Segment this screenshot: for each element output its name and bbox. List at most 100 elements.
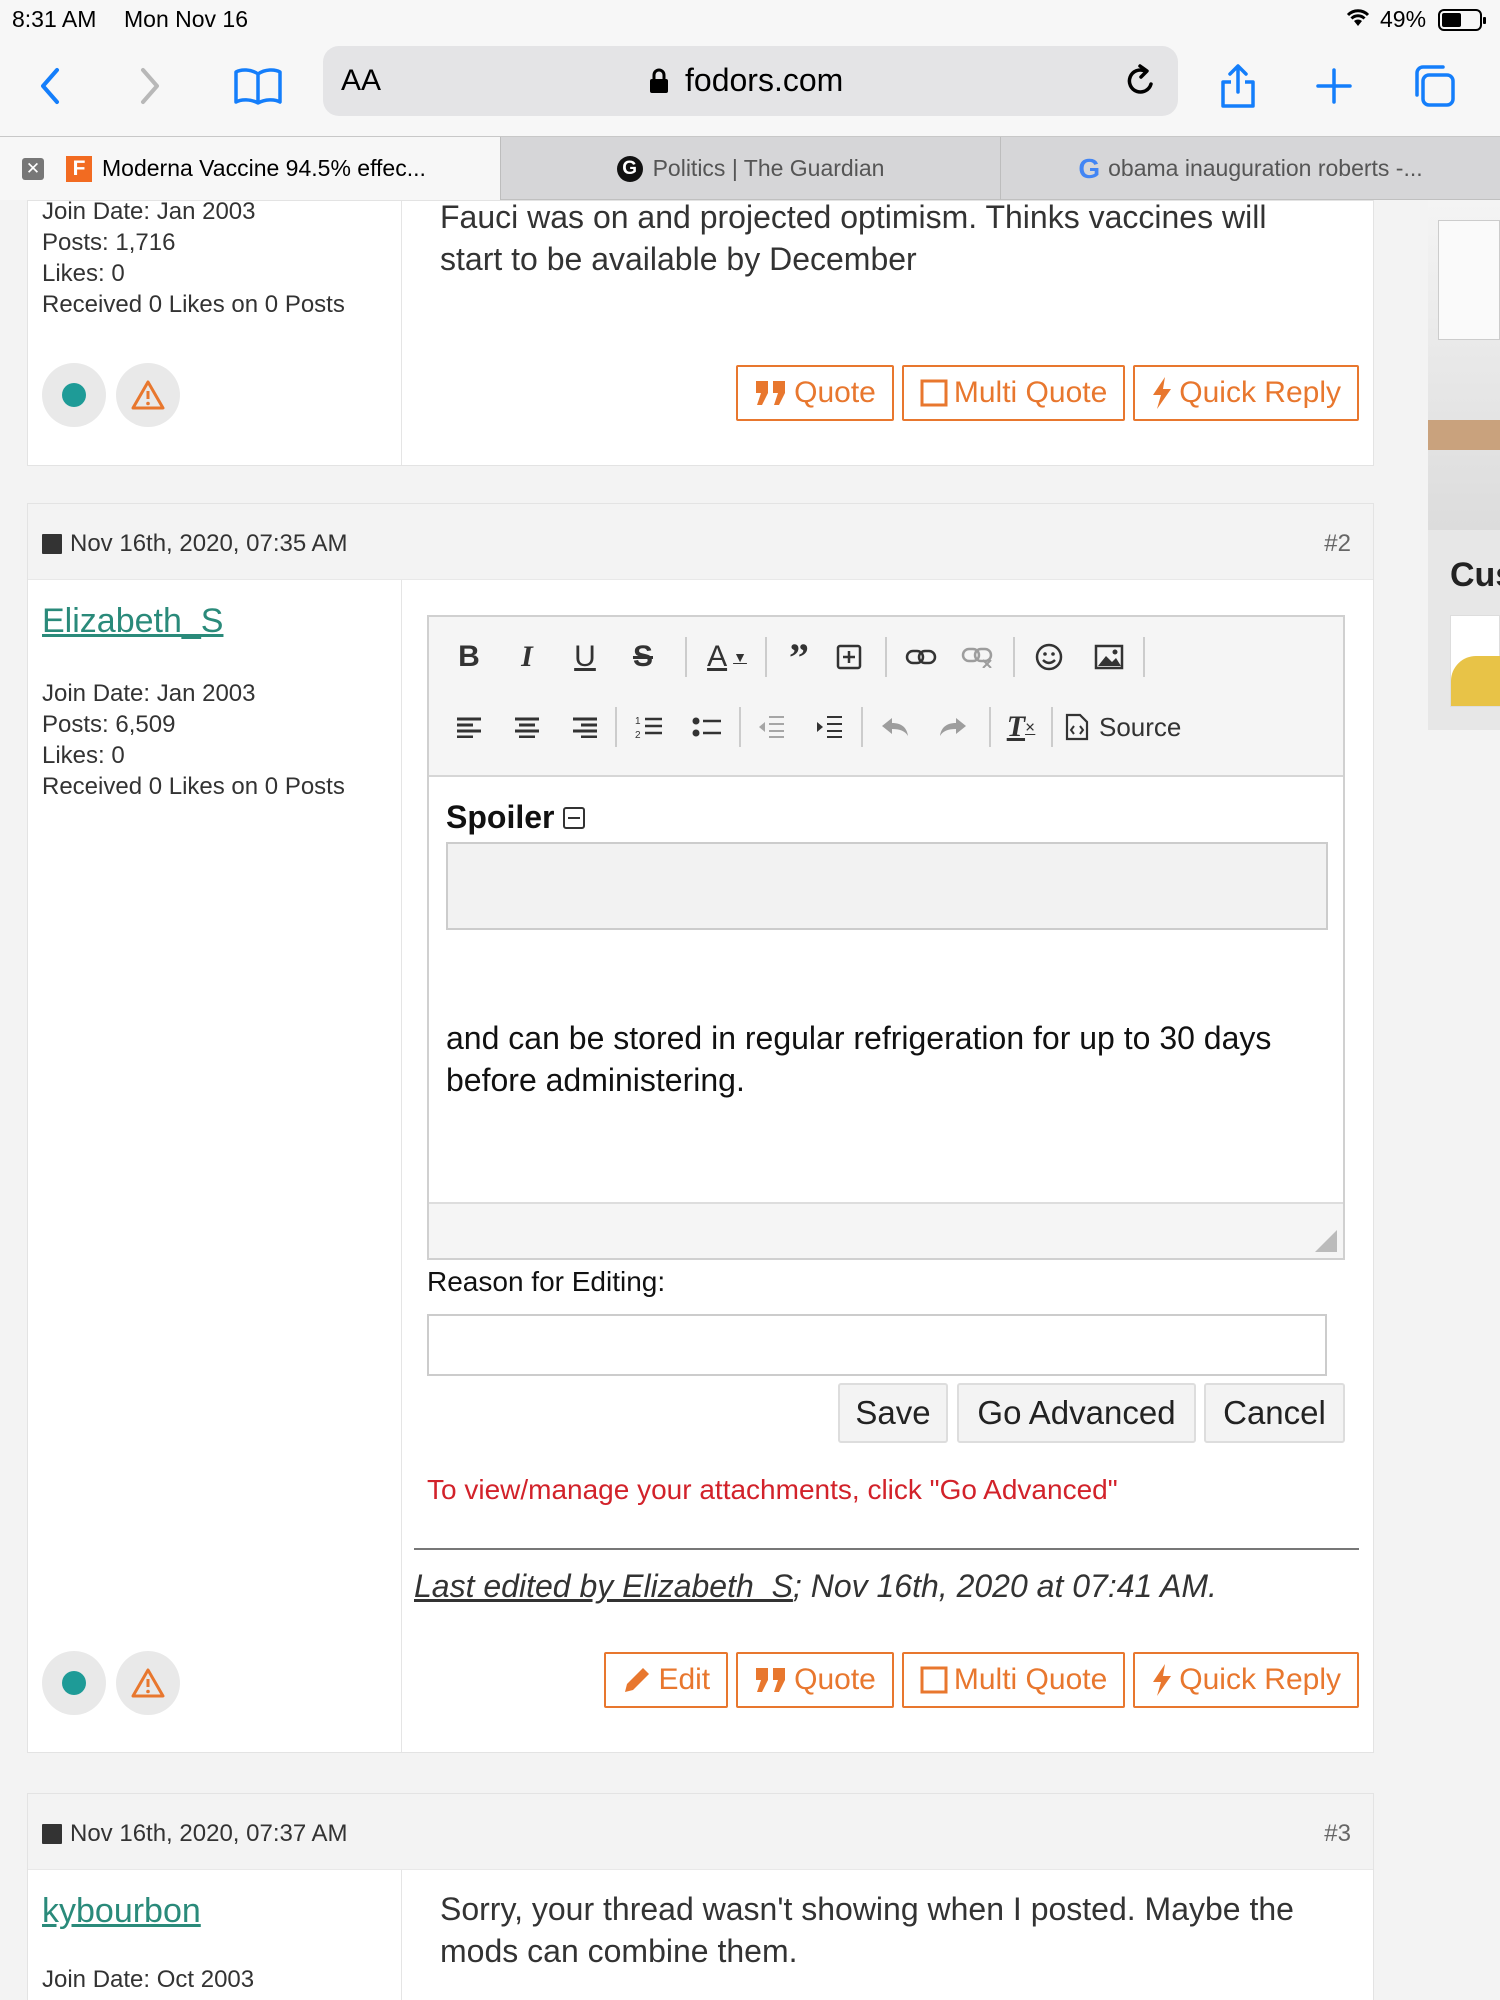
post-number-prefix: # <box>1324 530 1338 557</box>
bookmarks-icon[interactable] <box>230 58 286 114</box>
bullet-list-icon[interactable] <box>687 707 727 747</box>
redo-icon[interactable] <box>931 707 975 747</box>
last-edited-link[interactable]: Last edited by Elizabeth_S <box>414 1568 793 1604</box>
post-1: Join Date: Jan 2003 Posts: 1,716 Likes: … <box>27 198 1374 466</box>
align-center-icon[interactable] <box>509 707 545 747</box>
share-icon[interactable] <box>1210 58 1266 114</box>
svg-text:2: 2 <box>635 730 641 740</box>
smiley-icon[interactable] <box>1029 637 1069 677</box>
checkbox-icon <box>920 379 948 407</box>
user-actions <box>42 1651 180 1715</box>
report-button[interactable] <box>116 363 180 427</box>
report-button[interactable] <box>116 1651 180 1715</box>
attachments-notice: To view/manage your attachments, click "… <box>427 1474 1118 1505</box>
tabs-icon[interactable] <box>1406 58 1462 114</box>
side-advertisement[interactable]: Cus <box>1428 200 1500 730</box>
address-bar[interactable]: AA fodors.com <box>323 46 1178 116</box>
tab-guardian[interactable]: G Politics | The Guardian <box>500 137 1000 200</box>
post-date: Nov 16th, 2020, 07:35 AM <box>42 530 348 558</box>
toolbar-separator <box>989 707 991 747</box>
resize-handle-icon[interactable] <box>1315 1230 1337 1252</box>
screen: 8:31 AM Mon Nov 16 49% AA fodors.com ✕ F… <box>0 0 1500 2000</box>
post-icon <box>42 534 62 554</box>
username-link[interactable]: Elizabeth_S <box>42 602 223 641</box>
editor-statusbar <box>429 1202 1343 1258</box>
pencil-icon <box>625 1668 650 1692</box>
wifi-icon <box>1346 9 1370 26</box>
rich-text-editor: B I U S A ▼ ” 1 2 T × Source Spoiler and… <box>427 615 1345 1260</box>
quote-icon <box>756 1668 786 1692</box>
url-text[interactable]: fodors.com <box>685 62 843 99</box>
blockquote-icon[interactable]: ” <box>779 635 819 680</box>
join-date: Join Date: Jan 2003 <box>42 680 256 707</box>
post-number[interactable]: #3 <box>1324 1820 1351 1848</box>
svg-text:1: 1 <box>635 716 641 727</box>
outdent-icon[interactable] <box>751 707 791 747</box>
quote-button[interactable]: Quote <box>736 365 894 421</box>
italic-icon[interactable]: I <box>509 637 545 677</box>
font-color-icon[interactable]: A ▼ <box>697 637 757 677</box>
underline-icon[interactable]: U <box>567 637 603 677</box>
cancel-button[interactable]: Cancel <box>1204 1383 1345 1443</box>
multi-quote-button[interactable]: Multi Quote <box>901 1652 1126 1708</box>
reload-icon[interactable] <box>1123 62 1159 100</box>
spoiler-label: Spoiler <box>446 799 555 835</box>
username-link[interactable]: kybourbon <box>42 1892 201 1931</box>
battery-icon <box>1438 9 1486 31</box>
post-number-link[interactable]: 2 <box>1338 530 1351 557</box>
close-tab-icon[interactable]: ✕ <box>22 158 44 180</box>
post-3: Nov 16th, 2020, 07:37 AM #3 kybourbon Jo… <box>27 1793 1374 2000</box>
post-text-line: start to be available by December <box>440 241 917 277</box>
source-button[interactable]: Source <box>1065 707 1195 747</box>
online-status <box>42 1651 106 1715</box>
link-icon[interactable] <box>899 637 943 677</box>
post-count: Posts: 1,716 <box>42 229 176 256</box>
post-buttons: Quote Multi Quote Quick Reply <box>736 365 1359 421</box>
edit-button[interactable]: Edit <box>604 1652 729 1708</box>
online-dot-icon <box>62 383 86 407</box>
indent-icon[interactable] <box>809 707 849 747</box>
image-icon[interactable] <box>1089 637 1129 677</box>
spoiler-content-box[interactable] <box>446 842 1328 930</box>
new-tab-icon[interactable] <box>1306 58 1362 114</box>
align-right-icon[interactable] <box>567 707 603 747</box>
save-button[interactable]: Save <box>838 1383 948 1443</box>
back-icon[interactable] <box>22 58 78 114</box>
quote-button[interactable]: Quote <box>736 1652 894 1708</box>
strikethrough-icon[interactable]: S <box>625 637 661 677</box>
join-date: Join Date: Oct 2003 <box>42 1966 255 1993</box>
collapse-icon[interactable] <box>562 806 586 830</box>
insert-spoiler-icon[interactable] <box>829 637 869 677</box>
likes-count: Likes: 0 <box>42 742 125 769</box>
ad-thumbnail <box>1450 615 1500 707</box>
undo-icon[interactable] <box>873 707 917 747</box>
align-left-icon[interactable] <box>451 707 487 747</box>
warning-icon <box>131 1668 165 1698</box>
edit-divider <box>414 1548 1359 1550</box>
bold-icon[interactable]: B <box>451 637 487 677</box>
user-info: Join Date: Jan 2003 Posts: 6,509 Likes: … <box>42 678 345 802</box>
numbered-list-icon[interactable]: 12 <box>629 707 669 747</box>
unlink-icon[interactable] <box>955 637 999 677</box>
quote-label: Quote <box>794 1663 876 1696</box>
quick-reply-button[interactable]: Quick Reply <box>1133 365 1359 421</box>
forward-icon[interactable] <box>122 58 178 114</box>
quick-reply-button[interactable]: Quick Reply <box>1133 1652 1359 1708</box>
multi-quote-button[interactable]: Multi Quote <box>901 365 1126 421</box>
tab-moderna[interactable]: ✕ F Moderna Vaccine 94.5% effec... <box>0 137 500 200</box>
editor-text[interactable]: and can be stored in regular refrigerati… <box>446 1017 1271 1101</box>
post-number-link[interactable]: 3 <box>1338 1820 1351 1847</box>
tab-google[interactable]: G obama inauguration roberts -... <box>1000 137 1500 200</box>
reason-label: Reason for Editing: <box>427 1266 666 1297</box>
toolbar-separator <box>1051 707 1053 747</box>
remove-format-icon[interactable]: T × <box>1001 707 1041 747</box>
post-number[interactable]: #2 <box>1324 530 1351 558</box>
browser-toolbar: AA fodors.com <box>0 40 1500 136</box>
go-advanced-button[interactable]: Go Advanced <box>957 1383 1196 1443</box>
guardian-favicon-icon: G <box>616 155 643 182</box>
editor-content[interactable]: Spoiler and can be stored in regular ref… <box>429 777 1343 1202</box>
likes-received: Received 0 Likes on 0 Posts <box>42 291 345 318</box>
reason-input[interactable] <box>427 1314 1327 1376</box>
reader-aa-button[interactable]: AA <box>341 64 381 98</box>
quote-icon <box>756 381 786 405</box>
